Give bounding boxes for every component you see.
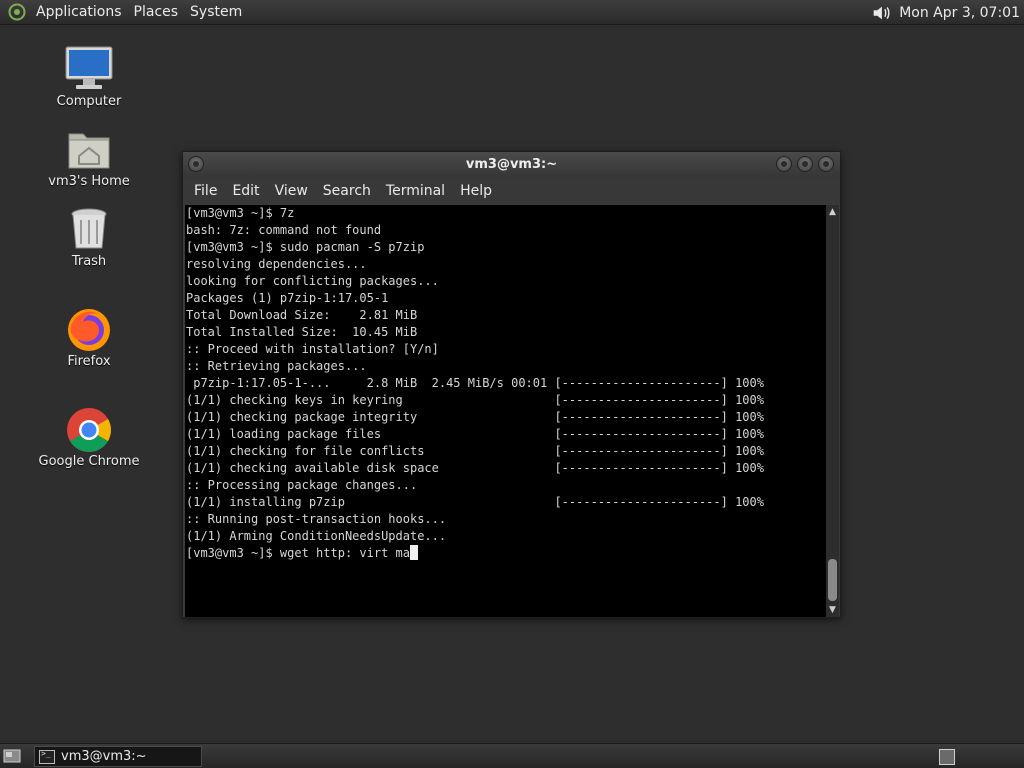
terminal-prompt-line[interactable]: [vm3@vm3 ~]$ wget http: virt ma	[186, 545, 826, 562]
desktop-icon-label: Firefox	[67, 354, 111, 369]
scroll-thumb[interactable]	[828, 559, 837, 601]
terminal-icon	[39, 749, 55, 764]
desktop-icon-trash[interactable]: Trash	[29, 204, 149, 269]
menu-search[interactable]: Search	[316, 183, 379, 199]
terminal-line: resolving dependencies...	[186, 257, 367, 271]
bottom-panel: vm3@vm3:~	[0, 743, 1024, 768]
menu-terminal[interactable]: Terminal	[379, 183, 453, 199]
terminal-line: looking for conflicting packages...	[186, 274, 439, 288]
terminal-area[interactable]: [vm3@vm3 ~]$ 7z bash: 7z: command not fou…	[185, 205, 839, 617]
terminal-line: bash: 7z: command not found	[186, 223, 382, 237]
terminal-line: Total Installed Size: 10.45 MiB	[186, 325, 418, 339]
minimize-button[interactable]	[776, 156, 792, 172]
menu-file[interactable]: File	[187, 183, 225, 199]
terminal-output: [vm3@vm3 ~]$ 7z bash: 7z: command not fou…	[186, 205, 826, 615]
desktop-icon-computer[interactable]: Computer	[29, 44, 149, 109]
scroll-down-icon[interactable]: ▼	[826, 603, 839, 617]
menu-edit[interactable]: Edit	[225, 183, 267, 199]
window-menu-button[interactable]	[188, 156, 204, 172]
terminal-line: (1/1) checking for file conflicts [-----…	[186, 444, 764, 458]
terminal-line: (1/1) checking available disk space [---…	[186, 461, 764, 475]
distro-logo-icon[interactable]	[6, 1, 28, 23]
terminal-line: (1/1) checking keys in keyring [--------…	[186, 393, 764, 407]
maximize-button[interactable]	[797, 156, 813, 172]
terminal-command-input[interactable]: [vm3@vm3 ~]$ wget http: virt ma	[186, 546, 410, 560]
desktop-icon-label: Computer	[56, 94, 122, 109]
terminal-line: :: Retrieving packages...	[186, 359, 367, 373]
terminal-menubar: File Edit View Search Terminal Help	[183, 177, 840, 204]
clock[interactable]: Mon Apr 3, 07:01	[899, 5, 1020, 21]
terminal-line: [vm3@vm3 ~]$ sudo pacman -S p7zip	[186, 240, 425, 254]
volume-icon[interactable]	[869, 1, 893, 25]
window-title: vm3@vm3:~	[465, 157, 558, 172]
taskbar-item-terminal[interactable]: vm3@vm3:~	[34, 746, 202, 767]
top-panel-tray: Mon Apr 3, 07:01	[869, 0, 1020, 25]
menu-view[interactable]: View	[268, 183, 316, 199]
terminal-line: :: Proceed with installation? [Y/n]	[186, 342, 439, 356]
terminal-line: Packages (1) p7zip-1:17.05-1	[186, 291, 389, 305]
scroll-up-icon[interactable]: ▲	[826, 205, 839, 219]
computer-icon	[63, 44, 115, 92]
menu-help[interactable]: Help	[453, 183, 500, 199]
trash-icon	[63, 204, 115, 252]
terminal-line: (1/1) checking package integrity [------…	[186, 410, 764, 424]
close-button[interactable]	[818, 156, 834, 172]
terminal-line: (1/1) installing p7zip [----------------…	[186, 495, 764, 509]
show-desktop-icon[interactable]	[3, 748, 21, 764]
home-folder-icon	[63, 124, 115, 172]
desktop-icon-label: Google Chrome	[38, 454, 140, 469]
desktop-icon-chrome[interactable]: Google Chrome	[29, 404, 149, 469]
terminal-line: Total Download Size: 2.81 MiB	[186, 308, 418, 322]
chrome-icon	[63, 404, 115, 452]
terminal-scrollbar[interactable]: ▲ ▼	[826, 205, 839, 617]
terminal-line: :: Processing package changes...	[186, 478, 418, 492]
terminal-line: [vm3@vm3 ~]$ 7z	[186, 206, 295, 220]
desktop-icon-label: vm3's Home	[48, 174, 130, 189]
window-titlebar[interactable]: vm3@vm3:~	[183, 152, 840, 177]
desktop-icon-home[interactable]: vm3's Home	[29, 124, 149, 189]
text-cursor	[409, 545, 418, 560]
terminal-line: p7zip-1:17.05-1-... 2.8 MiB 2.45 MiB/s 0…	[186, 376, 764, 390]
terminal-line: :: Running post-transaction hooks...	[186, 512, 447, 526]
menu-places[interactable]: Places	[128, 0, 185, 25]
desktop-icon-firefox[interactable]: Firefox	[29, 304, 149, 369]
firefox-icon	[63, 304, 115, 352]
terminal-window: vm3@vm3:~ File Edit View Search Terminal…	[182, 151, 841, 618]
desktop-icon-label: Trash	[71, 254, 107, 269]
terminal-line: (1/1) loading package files [-----------…	[186, 427, 764, 441]
top-panel: Applications Places System Mon Apr 3, 07…	[0, 0, 1024, 25]
terminal-line: (1/1) Arming ConditionNeedsUpdate...	[186, 529, 447, 543]
workspace-switcher[interactable]	[939, 749, 955, 765]
menu-system[interactable]: System	[184, 0, 248, 25]
top-menu: Applications Places System	[30, 0, 248, 25]
menu-applications[interactable]: Applications	[30, 0, 128, 25]
taskbar-item-label: vm3@vm3:~	[61, 749, 147, 764]
